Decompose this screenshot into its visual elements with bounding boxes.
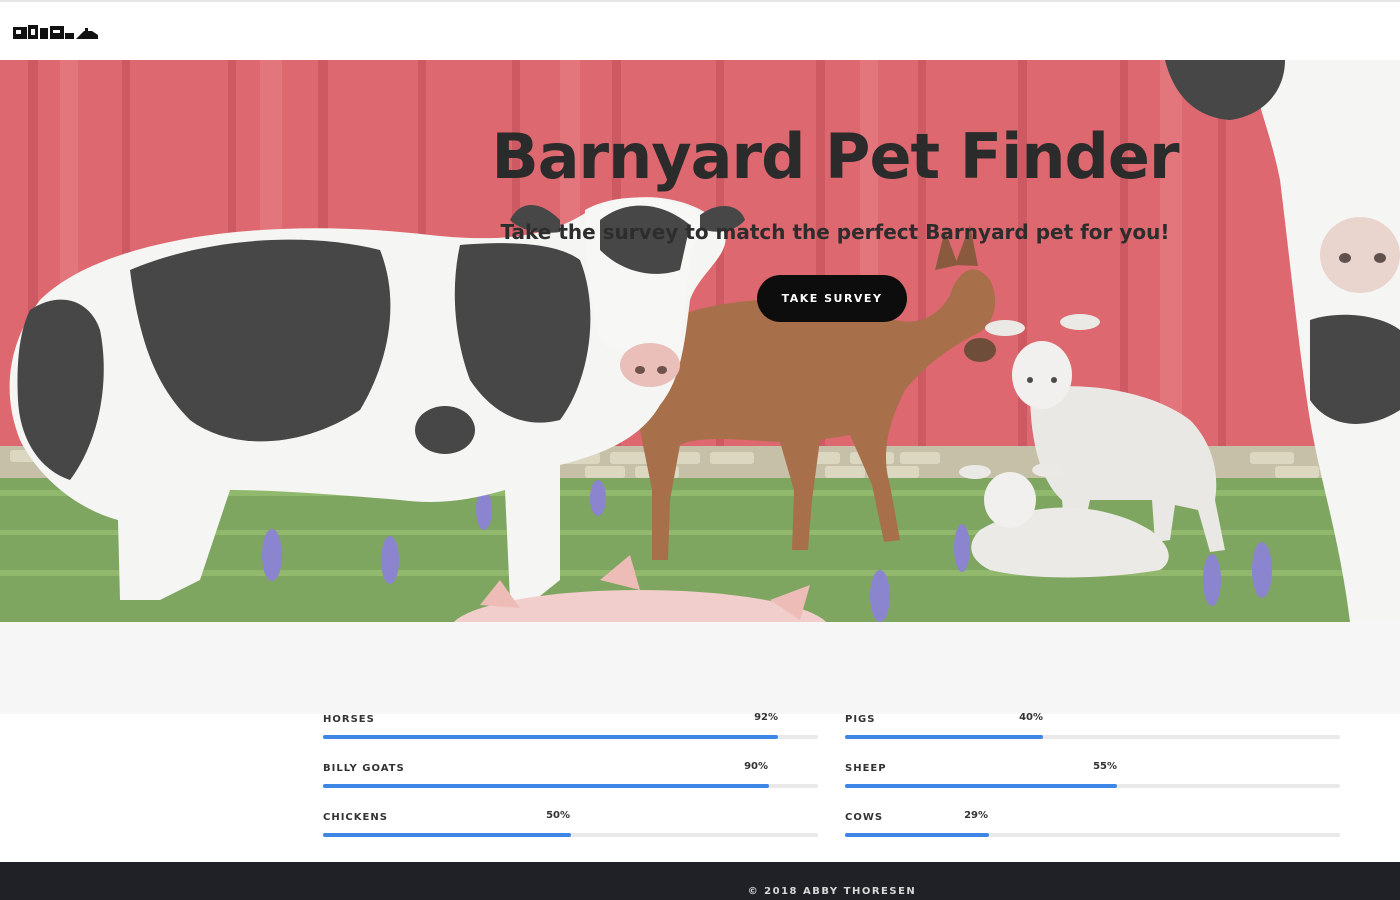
skill-label: CHICKENS bbox=[323, 812, 388, 823]
skill-label: COWS bbox=[845, 812, 884, 823]
skill-label: BILLY GOATS bbox=[323, 763, 405, 774]
progress-track bbox=[845, 833, 1340, 837]
skill-bar-horses: HORSES 92% bbox=[323, 712, 818, 744]
section-divider-band bbox=[0, 622, 1400, 714]
cow-logo-icon[interactable] bbox=[12, 22, 100, 44]
skill-bar-cows: COWS 29% bbox=[845, 810, 1340, 842]
skill-label: HORSES bbox=[323, 714, 375, 725]
take-survey-button[interactable]: TAKE SURVEY bbox=[757, 275, 907, 322]
skill-percent: 40% bbox=[1019, 712, 1043, 723]
progress-fill bbox=[323, 833, 571, 837]
skill-percent: 92% bbox=[754, 712, 778, 723]
progress-fill bbox=[845, 735, 1043, 739]
hero-title: Barnyard Pet Finder bbox=[491, 120, 1179, 193]
progress-track bbox=[845, 735, 1340, 739]
progress-track bbox=[845, 784, 1340, 788]
pet-popularity-section: HORSES 92% PIGS 40% BILLY GOATS 90% SHEE… bbox=[0, 712, 1400, 862]
skill-percent: 29% bbox=[964, 810, 988, 821]
hero-banner: Barnyard Pet Finder Take the survey to m… bbox=[0, 60, 1400, 622]
progress-fill bbox=[323, 784, 769, 788]
footer: © 2018 ABBY THORESEN bbox=[0, 862, 1400, 900]
skill-bar-chickens: CHICKENS 50% bbox=[323, 810, 818, 842]
skill-percent: 55% bbox=[1093, 761, 1117, 772]
skill-bar-pigs: PIGS 40% bbox=[845, 712, 1340, 744]
progress-track bbox=[323, 784, 818, 788]
skill-bar-sheep: SHEEP 55% bbox=[845, 761, 1340, 793]
skill-percent: 90% bbox=[744, 761, 768, 772]
progress-track bbox=[323, 735, 818, 739]
progress-track bbox=[323, 833, 818, 837]
progress-fill bbox=[845, 784, 1118, 788]
top-navbar bbox=[0, 0, 1400, 60]
skill-label: PIGS bbox=[845, 714, 876, 725]
progress-fill bbox=[323, 735, 779, 739]
hero-subtitle: Take the survey to match the perfect Bar… bbox=[500, 220, 1170, 244]
skill-label: SHEEP bbox=[845, 763, 887, 774]
progress-fill bbox=[845, 833, 989, 837]
copyright-text: © 2018 ABBY THORESEN bbox=[747, 886, 917, 897]
skill-percent: 50% bbox=[546, 810, 570, 821]
skill-bar-billy-goats: BILLY GOATS 90% bbox=[323, 761, 818, 793]
